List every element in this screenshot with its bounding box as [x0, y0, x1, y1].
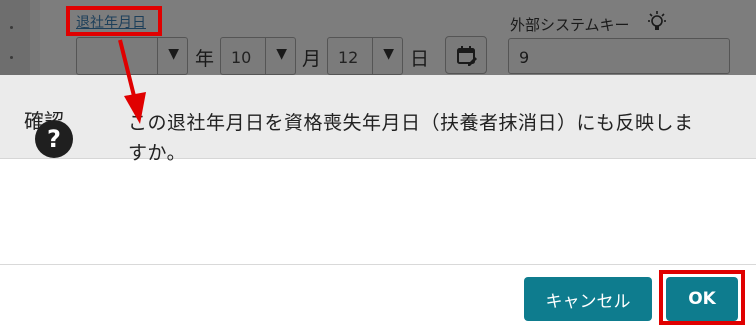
annotation-arrow	[118, 39, 146, 124]
